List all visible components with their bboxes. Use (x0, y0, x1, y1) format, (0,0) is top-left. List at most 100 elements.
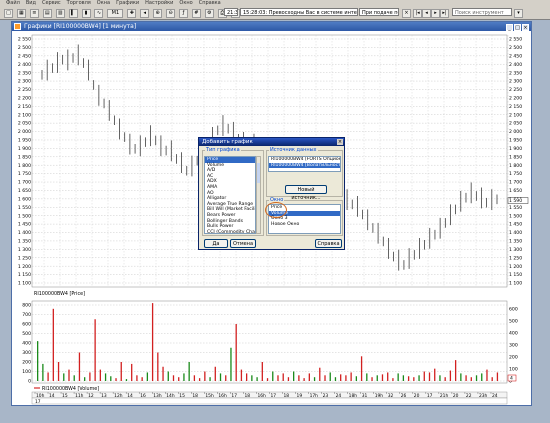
minimize-icon[interactable]: _ (506, 24, 513, 31)
search-dropdown-icon[interactable]: ▾ (514, 9, 523, 18)
volume-bar (89, 372, 91, 381)
volume-bar (313, 377, 316, 381)
window-title: Графики [RI100000BW4] [1 минута] (24, 23, 137, 30)
y-tick-label-right: 2 550 (509, 37, 522, 43)
volume-bar (162, 366, 164, 381)
data-source-list[interactable]: RI100000BW4 [FORTS Опционы] RI100000BW4 [… (268, 156, 341, 172)
chart-type-scrollbar[interactable] (256, 156, 261, 234)
nav-next-icon[interactable]: ▸ (431, 9, 440, 18)
grid-icon[interactable]: # (191, 9, 201, 18)
volume-bar (460, 373, 462, 381)
volume-bar (94, 319, 96, 381)
volume-bar (251, 375, 253, 381)
volume-bar (225, 375, 227, 381)
volume-tick-label: 700 (22, 312, 31, 318)
volume-bar (125, 379, 128, 381)
data-source-item[interactable]: RI100000BW4 [FORTS Опционы] (269, 157, 340, 163)
candles-icon[interactable]: ▮ (81, 9, 91, 18)
zoom-in-icon[interactable]: ⊕ (153, 9, 163, 18)
volume-bar (324, 375, 326, 381)
volume-bar (319, 367, 321, 381)
y-tick-label-right: 1 750 (509, 171, 522, 177)
bars-icon[interactable]: ▍ (68, 9, 78, 18)
volume-bar (293, 371, 295, 381)
ok-button[interactable]: Да (204, 239, 228, 248)
volume-series-label: RI100000BW4 [Volume] (42, 386, 99, 392)
chart-icon[interactable]: ▦ (16, 9, 26, 18)
y-tick-label: 2 300 (18, 79, 31, 85)
chart-type-list[interactable]: Price Volume A/D AC ADX AMA AO Alligator Average… (204, 156, 256, 234)
close-icon[interactable]: × (522, 24, 529, 31)
help-button[interactable]: Справка (315, 239, 342, 248)
area-item[interactable]: Новое Окно (269, 222, 340, 228)
volume-bar (204, 371, 206, 381)
volume-bar (272, 371, 274, 381)
volume-bar (266, 378, 269, 381)
nav-first-icon[interactable]: |◂ (413, 9, 422, 18)
volume-bar (371, 377, 373, 381)
y-tick-label: 2 400 (18, 62, 31, 68)
y-tick-label: 1 150 (18, 272, 31, 278)
y-tick-label-right: 1 550 (509, 205, 522, 211)
cancel-button[interactable]: Отмена (230, 239, 256, 248)
scroll-left-icon[interactable]: ◂ (140, 9, 150, 18)
timeframe-select[interactable]: M1 (107, 9, 124, 18)
order-icon[interactable]: ▤ (42, 9, 52, 18)
search-input[interactable]: Поиск инструмент (452, 8, 512, 16)
new-window-icon[interactable]: □ (4, 9, 13, 18)
y-tick-label: 1 550 (18, 205, 31, 211)
settings-icon[interactable]: ⚙ (204, 9, 214, 18)
y-tick-label: 2 250 (18, 87, 31, 93)
y-tick-label: 1 750 (18, 171, 31, 177)
y-tick-label: 1 950 (18, 138, 31, 144)
maximize-icon[interactable]: □ (514, 24, 521, 31)
volume-tick-label-right: 200 (509, 355, 518, 361)
volume-bar (209, 377, 211, 381)
trades-icon[interactable]: ▥ (55, 9, 65, 18)
volume-tick-label-right: 500 (509, 319, 518, 325)
volume-bar (381, 374, 384, 381)
volume-bar (481, 373, 483, 381)
y-tick-label-right: 1 100 (509, 281, 522, 287)
table-icon[interactable]: ≡ (29, 9, 39, 18)
volume-bar (261, 362, 263, 381)
y-tick-label: 1 100 (18, 281, 31, 287)
volume-bar (423, 371, 425, 381)
volume-bar (183, 373, 185, 381)
line-chart-icon[interactable]: ∿ (94, 9, 104, 18)
indicator-icon[interactable]: ƒ (178, 9, 188, 18)
close-notification-icon[interactable]: × (402, 9, 411, 18)
volume-bar (397, 373, 399, 381)
volume-tick-label-right: 100 (509, 367, 518, 373)
volume-bar (376, 375, 378, 381)
nav-last-icon[interactable]: ▸| (440, 9, 449, 18)
scrollbar-thumb[interactable] (257, 163, 260, 183)
new-source-button[interactable]: Новый источник... (285, 185, 327, 201)
zoom-out-icon[interactable]: ⊖ (166, 9, 176, 18)
volume-bar (131, 363, 133, 381)
y-tick-label-right: 2 400 (509, 62, 522, 68)
y-tick-label-right: 1 700 (509, 180, 522, 186)
price-marker: 1 590 (509, 198, 522, 204)
chart-type-item[interactable]: CCI (Commodity Channel I (205, 230, 255, 233)
volume-bar (282, 373, 284, 381)
volume-bar (434, 368, 436, 381)
volume-bar (449, 370, 452, 381)
volume-bar (340, 374, 342, 381)
data-source-item[interactable]: RI100000BW4 [Волатильность FORTS] (269, 162, 340, 169)
volume-bar (470, 377, 472, 381)
volume-bar (366, 373, 368, 381)
volume-bar (63, 373, 65, 381)
volume-bar (57, 362, 60, 381)
crosshair-icon[interactable]: ✚ (127, 9, 137, 18)
volume-bar (334, 377, 337, 381)
y-tick-label-right: 2 500 (509, 45, 522, 51)
dialog-close-icon[interactable]: × (337, 139, 343, 145)
y-tick-label-right: 1 650 (509, 188, 522, 194)
y-tick-label-right: 2 250 (509, 87, 522, 93)
volume-bar (214, 366, 216, 381)
y-tick-label: 2 500 (18, 45, 31, 51)
nav-prev-icon[interactable]: ◂ (422, 9, 431, 18)
volume-bar (486, 369, 488, 381)
volume-bar (240, 369, 243, 381)
